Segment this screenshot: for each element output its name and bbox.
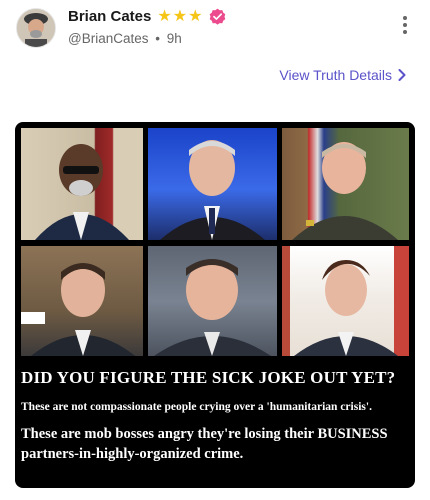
separator-dot: • bbox=[155, 30, 160, 46]
verified-badge-icon bbox=[210, 8, 226, 25]
star-rating: ★ ★ ★ bbox=[157, 7, 203, 25]
post-header: Brian Cates ★ ★ ★ @BrianCates • 9h bbox=[0, 0, 430, 60]
post-time[interactable]: 9h bbox=[167, 31, 182, 46]
image-headline: DID YOU FIGURE THE SICK JOKE OUT YET? bbox=[21, 368, 396, 387]
author-display-name[interactable]: Brian Cates bbox=[68, 8, 151, 25]
image-subtext: These are not compassionate people cryin… bbox=[21, 401, 372, 413]
image-body-text: These are mob bosses angry they're losin… bbox=[21, 426, 388, 462]
star-icon: ★ bbox=[188, 7, 203, 25]
photo-6 bbox=[282, 246, 409, 356]
photo-3 bbox=[282, 128, 409, 240]
photo-1 bbox=[21, 128, 143, 240]
view-truth-details-link[interactable]: View Truth Details bbox=[279, 67, 406, 83]
post-media-image[interactable]: DID YOU FIGURE THE SICK JOKE OUT YET? Th… bbox=[15, 122, 415, 488]
avatar[interactable] bbox=[16, 8, 56, 48]
photo-2 bbox=[148, 128, 277, 240]
view-truth-details-label: View Truth Details bbox=[279, 67, 392, 83]
photo-5 bbox=[148, 246, 277, 356]
photo-4 bbox=[21, 246, 143, 356]
name-row: Brian Cates ★ ★ ★ bbox=[68, 8, 226, 25]
author-handle[interactable]: @BrianCates bbox=[68, 31, 149, 46]
image-caption: DID YOU FIGURE THE SICK JOKE OUT YET? Th… bbox=[21, 368, 409, 464]
star-icon: ★ bbox=[172, 7, 188, 25]
star-icon: ★ bbox=[157, 7, 172, 25]
chevron-right-icon bbox=[398, 69, 406, 81]
avatar-image bbox=[17, 9, 55, 47]
handle-row: @BrianCates • 9h bbox=[68, 30, 182, 46]
more-options-icon[interactable] bbox=[402, 16, 408, 36]
photo-grid bbox=[21, 128, 409, 356]
